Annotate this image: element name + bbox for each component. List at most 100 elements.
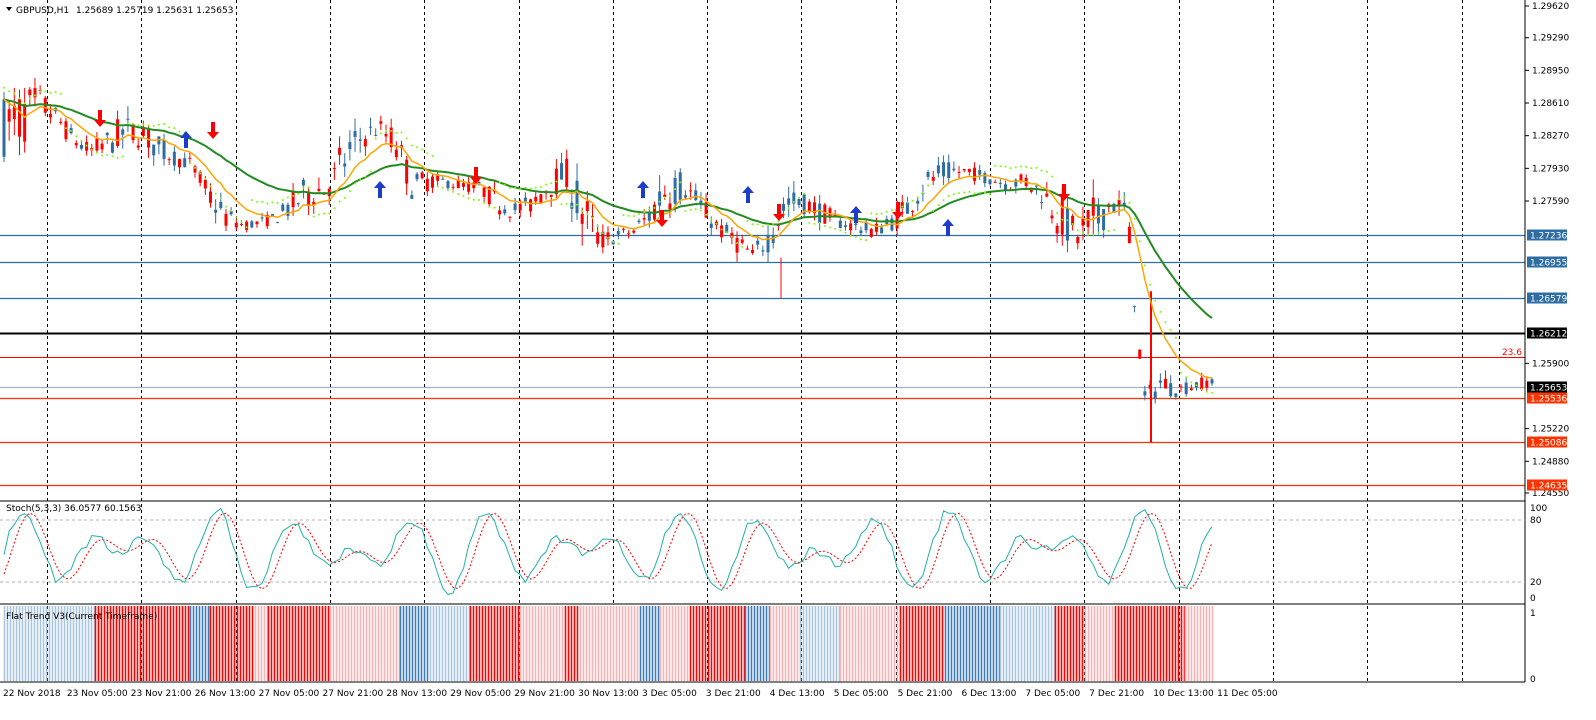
candle-body — [683, 195, 687, 198]
psar-dot — [560, 203, 563, 206]
candle-body — [461, 183, 465, 187]
psar-dot — [622, 214, 625, 217]
candle-body — [250, 221, 254, 228]
candle-body — [332, 168, 336, 170]
psar-dot — [28, 97, 31, 100]
candle-body — [596, 232, 600, 244]
psar-dot — [570, 205, 573, 208]
psar-dot — [323, 212, 326, 215]
flat-trend-tick-label: 1 — [1530, 609, 1536, 619]
psar-dot — [668, 195, 671, 198]
candle-body — [172, 151, 176, 166]
fibo-level-label: 23.6 — [1502, 348, 1522, 358]
price-tick-label: 1.27930 — [1532, 164, 1569, 174]
candle-body — [993, 181, 997, 183]
psar-dot — [674, 188, 677, 191]
chart-window[interactable]: 23.6 GBPUSD,H1 1.25689 1.25719 1.25631 1… — [0, 0, 1596, 716]
candle-body — [1164, 378, 1168, 389]
price-tick-label: 1.29290 — [1532, 34, 1569, 44]
candle-body — [926, 171, 930, 177]
psar-dot — [281, 198, 284, 201]
psar-dot — [958, 192, 961, 195]
psar-dot — [1118, 198, 1121, 201]
psar-dot — [116, 156, 119, 159]
candle-body — [673, 177, 677, 204]
candle-body — [141, 128, 145, 136]
psar-dot — [333, 207, 336, 210]
psar-dot — [152, 125, 155, 128]
psar-dot — [261, 200, 264, 203]
candle-body — [219, 201, 223, 208]
candle-body — [931, 177, 935, 181]
candle-body — [281, 204, 285, 211]
psar-dot — [1133, 217, 1136, 220]
psar-dot — [741, 245, 744, 248]
psar-dot — [539, 186, 542, 189]
candle-body — [456, 180, 460, 189]
psar-dot — [364, 175, 367, 178]
candle-body — [983, 173, 987, 184]
psar-dot — [710, 218, 713, 221]
candle-body — [420, 172, 424, 179]
psar-dot — [916, 196, 919, 199]
psar-dot — [637, 213, 640, 216]
candle-body — [1205, 380, 1209, 388]
level-badge-label: 1.26212 — [1530, 330, 1567, 340]
time-label: 3 Dec 05:00 — [642, 689, 697, 699]
candle-body — [854, 223, 858, 226]
candle-body — [720, 225, 724, 238]
psar-dot — [307, 186, 310, 189]
candle-body — [1091, 197, 1095, 216]
psar-dot — [844, 231, 847, 234]
psar-dot — [679, 181, 682, 184]
psar-dot — [354, 182, 357, 185]
psar-dot — [612, 241, 615, 244]
candle-body — [353, 131, 357, 137]
candle-body — [234, 223, 238, 228]
candle-body — [338, 147, 342, 155]
psar-dot — [1050, 175, 1053, 178]
psar-dot — [529, 187, 532, 190]
psar-dot — [545, 183, 548, 186]
stoch-tick-label: 0 — [1530, 594, 1536, 604]
candle-body — [508, 216, 512, 218]
candle-body — [962, 168, 966, 171]
level-badge-label: 1.25536 — [1530, 395, 1567, 405]
candle-body — [59, 121, 63, 124]
candle-body — [503, 209, 507, 214]
psar-dot — [632, 215, 635, 218]
psar-dot — [720, 228, 723, 231]
candle-body — [616, 231, 620, 235]
psar-dot — [168, 126, 171, 129]
candle-body — [1189, 388, 1193, 391]
price-tick-label: 1.24880 — [1532, 457, 1569, 467]
psar-dot — [658, 200, 661, 203]
candle-body — [1045, 193, 1049, 197]
candle-body — [523, 197, 527, 202]
candle-body — [761, 250, 765, 252]
time-label: 5 Dec 21:00 — [898, 689, 953, 699]
psar-dot — [1025, 165, 1028, 168]
candle-body — [745, 248, 749, 250]
psar-dot — [1009, 167, 1012, 170]
candle-body — [255, 221, 259, 225]
psar-dot — [245, 226, 248, 229]
psar-dot — [1164, 321, 1167, 324]
psar-dot — [725, 231, 728, 234]
candle-body — [513, 203, 517, 211]
candle-body — [1200, 377, 1204, 390]
psar-dot — [576, 203, 579, 206]
level-badge-label: 1.27236 — [1530, 232, 1567, 242]
psar-dot — [684, 209, 687, 212]
time-label: 27 Nov 05:00 — [259, 689, 320, 699]
psar-dot — [137, 124, 140, 127]
candle-body — [28, 89, 32, 96]
candle-body — [874, 223, 878, 232]
psar-dot — [808, 222, 811, 225]
candle-body — [245, 221, 249, 230]
psar-dot — [565, 202, 568, 205]
level-badge-label: 1.25653 — [1530, 384, 1567, 394]
psar-dot — [188, 162, 191, 165]
psar-dot — [643, 211, 646, 214]
psar-dot — [730, 235, 733, 238]
